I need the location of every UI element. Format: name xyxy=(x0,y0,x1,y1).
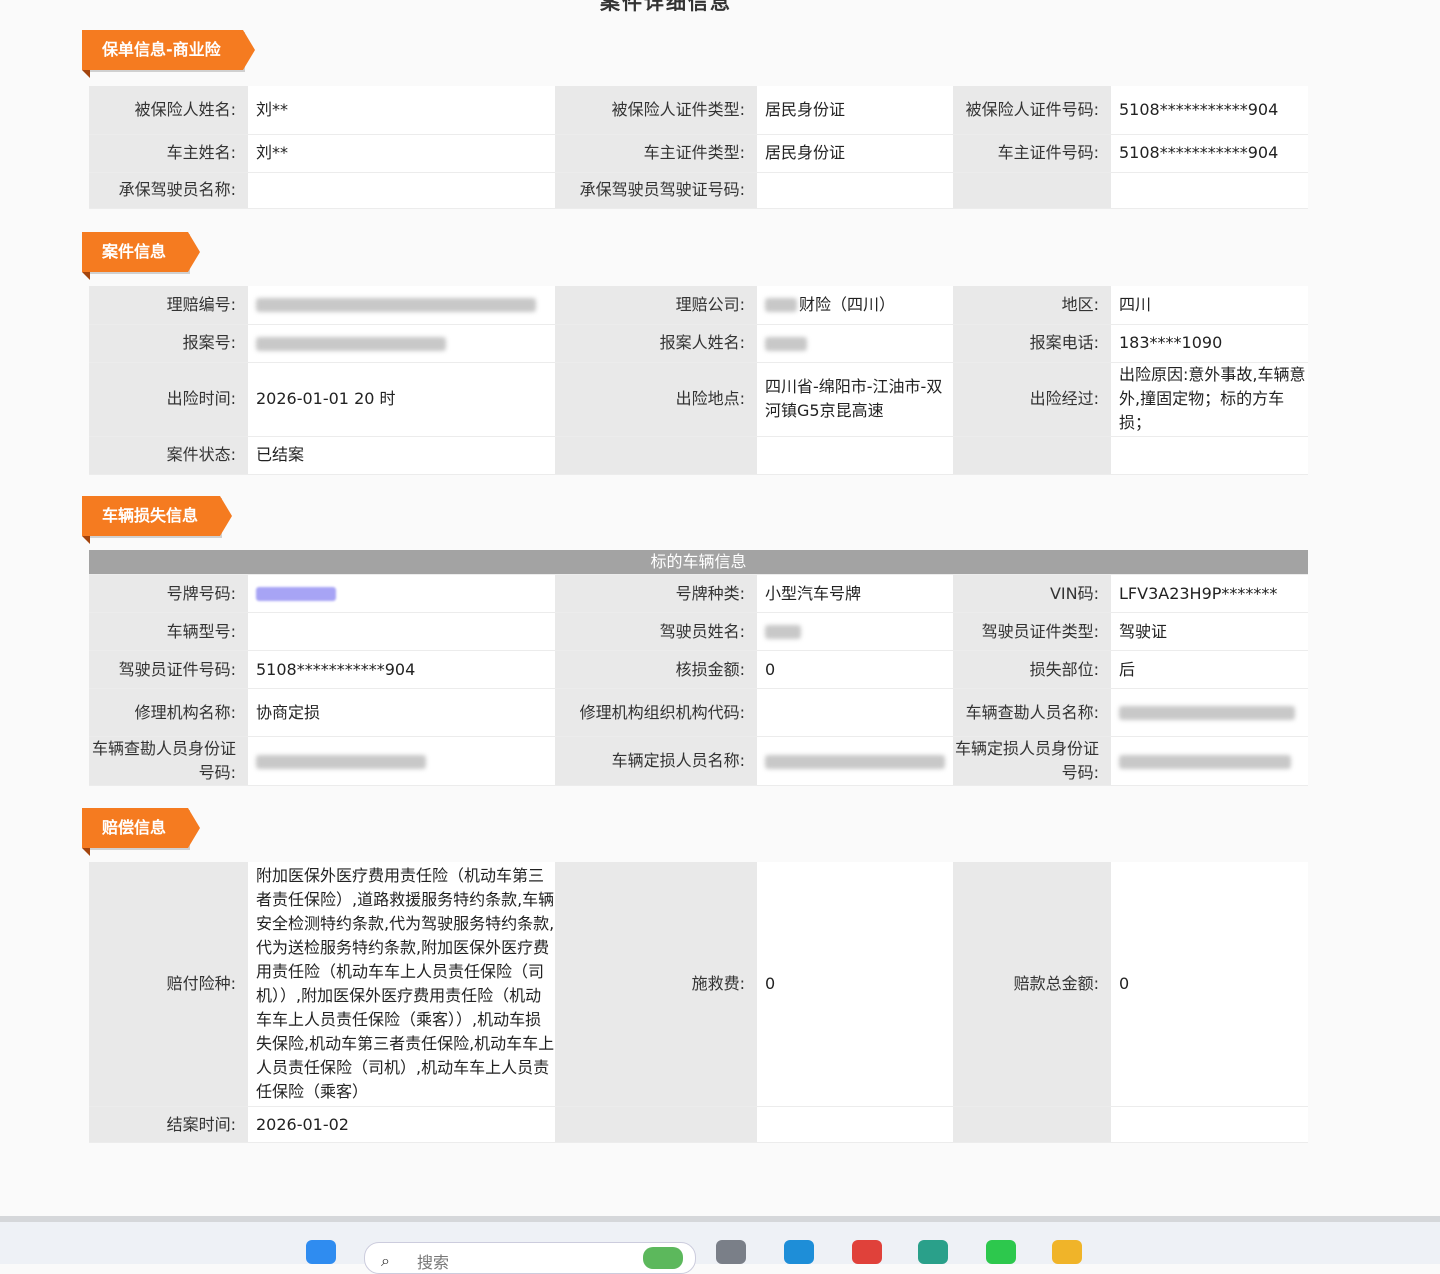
plate-type: 小型汽车号牌 xyxy=(757,574,953,613)
reporter-name-redacted xyxy=(757,324,953,363)
assessor-id-label: 车辆定损人员身份证号码: xyxy=(953,736,1111,786)
surveyor-name-label: 车辆查勘人员名称: xyxy=(953,688,1111,737)
driver-id-type: 驾驶证 xyxy=(1111,612,1309,651)
file-explorer-icon[interactable] xyxy=(1052,1240,1082,1264)
coverage: 附加医保外医疗费用责任险（机动车第三者责任保险）,道路救援服务特约条款,车辆安全… xyxy=(248,862,555,1107)
report-phone-label: 报案电话: xyxy=(953,324,1111,363)
windows-start-icon[interactable] xyxy=(306,1240,336,1264)
rescue-fee-label: 施救费: xyxy=(555,862,757,1107)
vehicle-table: 标的车辆信息 号牌号码: 号牌种类: 小型汽车号牌 VIN码: LFV3A23H… xyxy=(89,550,1309,786)
report-no-label: 报案号: xyxy=(89,324,248,363)
taskbar: ⌕ 搜索 xyxy=(0,1216,1440,1274)
owner-id-type-label: 车主证件类型: xyxy=(555,134,757,173)
total-label: 赔款总金额: xyxy=(953,862,1111,1107)
wechat-icon[interactable] xyxy=(986,1240,1016,1264)
vehicle-subheader: 标的车辆信息 xyxy=(89,550,1309,575)
loss-part-label: 损失部位: xyxy=(953,650,1111,689)
assessor-id-redacted xyxy=(1111,736,1309,786)
accident-time: 2026-01-01 20 时 xyxy=(248,362,555,437)
section-tag-case: 案件信息 xyxy=(82,232,201,280)
section-tag-compensation: 赔偿信息 xyxy=(82,808,201,856)
compensation-table: 赔付险种: 附加医保外医疗费用责任险（机动车第三者责任保险）,道路救援服务特约条… xyxy=(89,862,1308,1143)
region: 四川 xyxy=(1111,286,1308,325)
case-table: 理赔编号: 理赔公司: 财险（四川） 地区: 四川 报案号: 报案人姓名: 报案… xyxy=(89,286,1308,475)
accident-place-label: 出险地点: xyxy=(555,362,757,437)
close-time: 2026-01-02 xyxy=(248,1106,555,1143)
coverage-label: 赔付险种: xyxy=(89,862,248,1107)
repair-code xyxy=(757,688,953,737)
driver-name-label: 驾驶员姓名: xyxy=(555,612,757,651)
plate-type-label: 号牌种类: xyxy=(555,574,757,613)
claim-company: 财险（四川） xyxy=(799,294,896,314)
driver-name xyxy=(248,172,555,209)
total: 0 xyxy=(1111,862,1308,1107)
owner-id-no: 5108***********904 xyxy=(1111,134,1308,173)
surveyor-id-redacted xyxy=(248,736,555,786)
section-tag-policy: 保单信息-商业险 xyxy=(82,30,255,78)
accident-process-label: 出险经过: xyxy=(953,362,1111,437)
claim-no-label: 理赔编号: xyxy=(89,286,248,325)
accident-place: 四川省-绵阳市-江油市-双河镇G5京昆高速 xyxy=(757,362,953,437)
plate-no-label: 号牌号码: xyxy=(89,574,248,613)
app-icon[interactable] xyxy=(918,1240,948,1264)
task-view-icon[interactable] xyxy=(716,1240,746,1264)
taskbar-search[interactable]: ⌕ 搜索 xyxy=(364,1242,696,1274)
insured-id-no-label: 被保险人证件号码: xyxy=(953,86,1111,135)
section-tag-vehicle: 车辆损失信息 xyxy=(82,496,233,544)
region-label: 地区: xyxy=(953,286,1111,325)
repair-code-label: 修理机构组织机构代码: xyxy=(555,688,757,737)
loss-part: 后 xyxy=(1111,650,1309,689)
insured-name-label: 被保险人姓名: xyxy=(89,86,248,135)
report-no-redacted xyxy=(248,324,555,363)
chrome-icon[interactable] xyxy=(852,1240,882,1264)
surveyor-name-redacted xyxy=(1111,688,1309,737)
claim-company-label: 理赔公司: xyxy=(555,286,757,325)
loss-amount: 0 xyxy=(757,650,953,689)
case-status-label: 案件状态: xyxy=(89,436,248,475)
rescue-fee: 0 xyxy=(757,862,953,1107)
page-title: 案件详细信息 xyxy=(600,0,732,14)
driver-license xyxy=(757,172,953,209)
assessor-name-redacted xyxy=(757,736,953,786)
loss-amount-label: 核损金额: xyxy=(555,650,757,689)
model xyxy=(248,612,555,651)
edge-icon[interactable] xyxy=(784,1240,814,1264)
vin-label: VIN码: xyxy=(953,574,1111,613)
repair-name-label: 修理机构名称: xyxy=(89,688,248,737)
claim-no-redacted xyxy=(248,286,555,325)
driver-name-label: 承保驾驶员名称: xyxy=(89,172,248,209)
owner-id-no-label: 车主证件号码: xyxy=(953,134,1111,173)
driver-license-label: 承保驾驶员驾驶证号码: xyxy=(555,172,757,209)
reporter-name-label: 报案人姓名: xyxy=(555,324,757,363)
driver-id-no-label: 驾驶员证件号码: xyxy=(89,650,248,689)
accident-process: 出险原因:意外事故,车辆意外,撞固定物；标的方车损； xyxy=(1111,362,1308,437)
search-placeholder: 搜索 xyxy=(417,1253,450,1272)
close-time-label: 结案时间: xyxy=(89,1106,248,1143)
owner-name: 刘** xyxy=(248,134,555,173)
insured-id-type-label: 被保险人证件类型: xyxy=(555,86,757,135)
model-label: 车辆型号: xyxy=(89,612,248,651)
vin: LFV3A23H9P******* xyxy=(1111,574,1309,613)
owner-name-label: 车主姓名: xyxy=(89,134,248,173)
empty-label xyxy=(953,172,1111,209)
driver-id-no: 5108***********904 xyxy=(248,650,555,689)
driver-id-type-label: 驾驶员证件类型: xyxy=(953,612,1111,651)
owner-id-type: 居民身份证 xyxy=(757,134,953,173)
insured-id-no: 5108***********904 xyxy=(1111,86,1308,135)
surveyor-id-label: 车辆查勘人员身份证号码: xyxy=(89,736,248,786)
insured-name: 刘** xyxy=(248,86,555,135)
empty-value xyxy=(1111,172,1308,209)
insured-id-type: 居民身份证 xyxy=(757,86,953,135)
repair-name: 协商定损 xyxy=(248,688,555,737)
driver-name-redacted xyxy=(757,612,953,651)
case-status: 已结案 xyxy=(248,436,555,475)
accident-time-label: 出险时间: xyxy=(89,362,248,437)
search-icon: ⌕ xyxy=(381,1251,390,1270)
weather-icon xyxy=(643,1247,683,1269)
policy-table: 被保险人姓名: 刘** 被保险人证件类型: 居民身份证 被保险人证件号码: 51… xyxy=(89,86,1308,209)
plate-no-redacted xyxy=(248,574,555,613)
assessor-name-label: 车辆定损人员名称: xyxy=(555,736,757,786)
report-phone: 183****1090 xyxy=(1111,324,1308,363)
